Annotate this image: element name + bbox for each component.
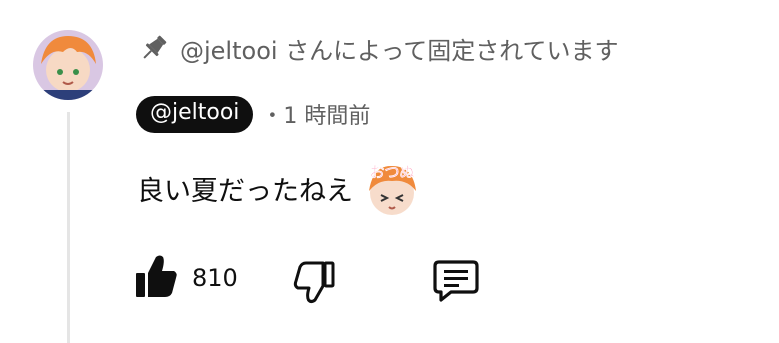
thread-line — [67, 112, 70, 343]
like-count: 810 — [192, 264, 238, 292]
pinned-text: @jeltooi さんによって固定されています — [180, 36, 619, 65]
comment-reply-icon — [431, 258, 481, 308]
comment-meta: @jeltooi ・1 時間前 — [136, 95, 370, 133]
custom-emoji-icon: おつぬ — [359, 157, 425, 219]
emoji-label: おつぬ — [369, 163, 414, 181]
dislike-button[interactable] — [293, 260, 337, 308]
comment-text: 良い夏だったねえ — [137, 175, 353, 207]
pin-icon — [138, 32, 170, 64]
pinned-indicator: @jeltooi さんによって固定されています — [138, 28, 619, 68]
avatar[interactable] — [33, 30, 103, 100]
like-button[interactable]: 810 — [134, 253, 238, 303]
thumbs-up-icon — [134, 253, 178, 303]
author-chip[interactable]: @jeltooi — [136, 95, 254, 133]
thumbs-down-icon — [293, 260, 337, 308]
comment-body: 良い夏だったねえ おつぬ — [137, 158, 425, 218]
reply-button[interactable] — [431, 258, 481, 308]
timestamp[interactable]: ・1 時間前 — [261, 98, 370, 130]
